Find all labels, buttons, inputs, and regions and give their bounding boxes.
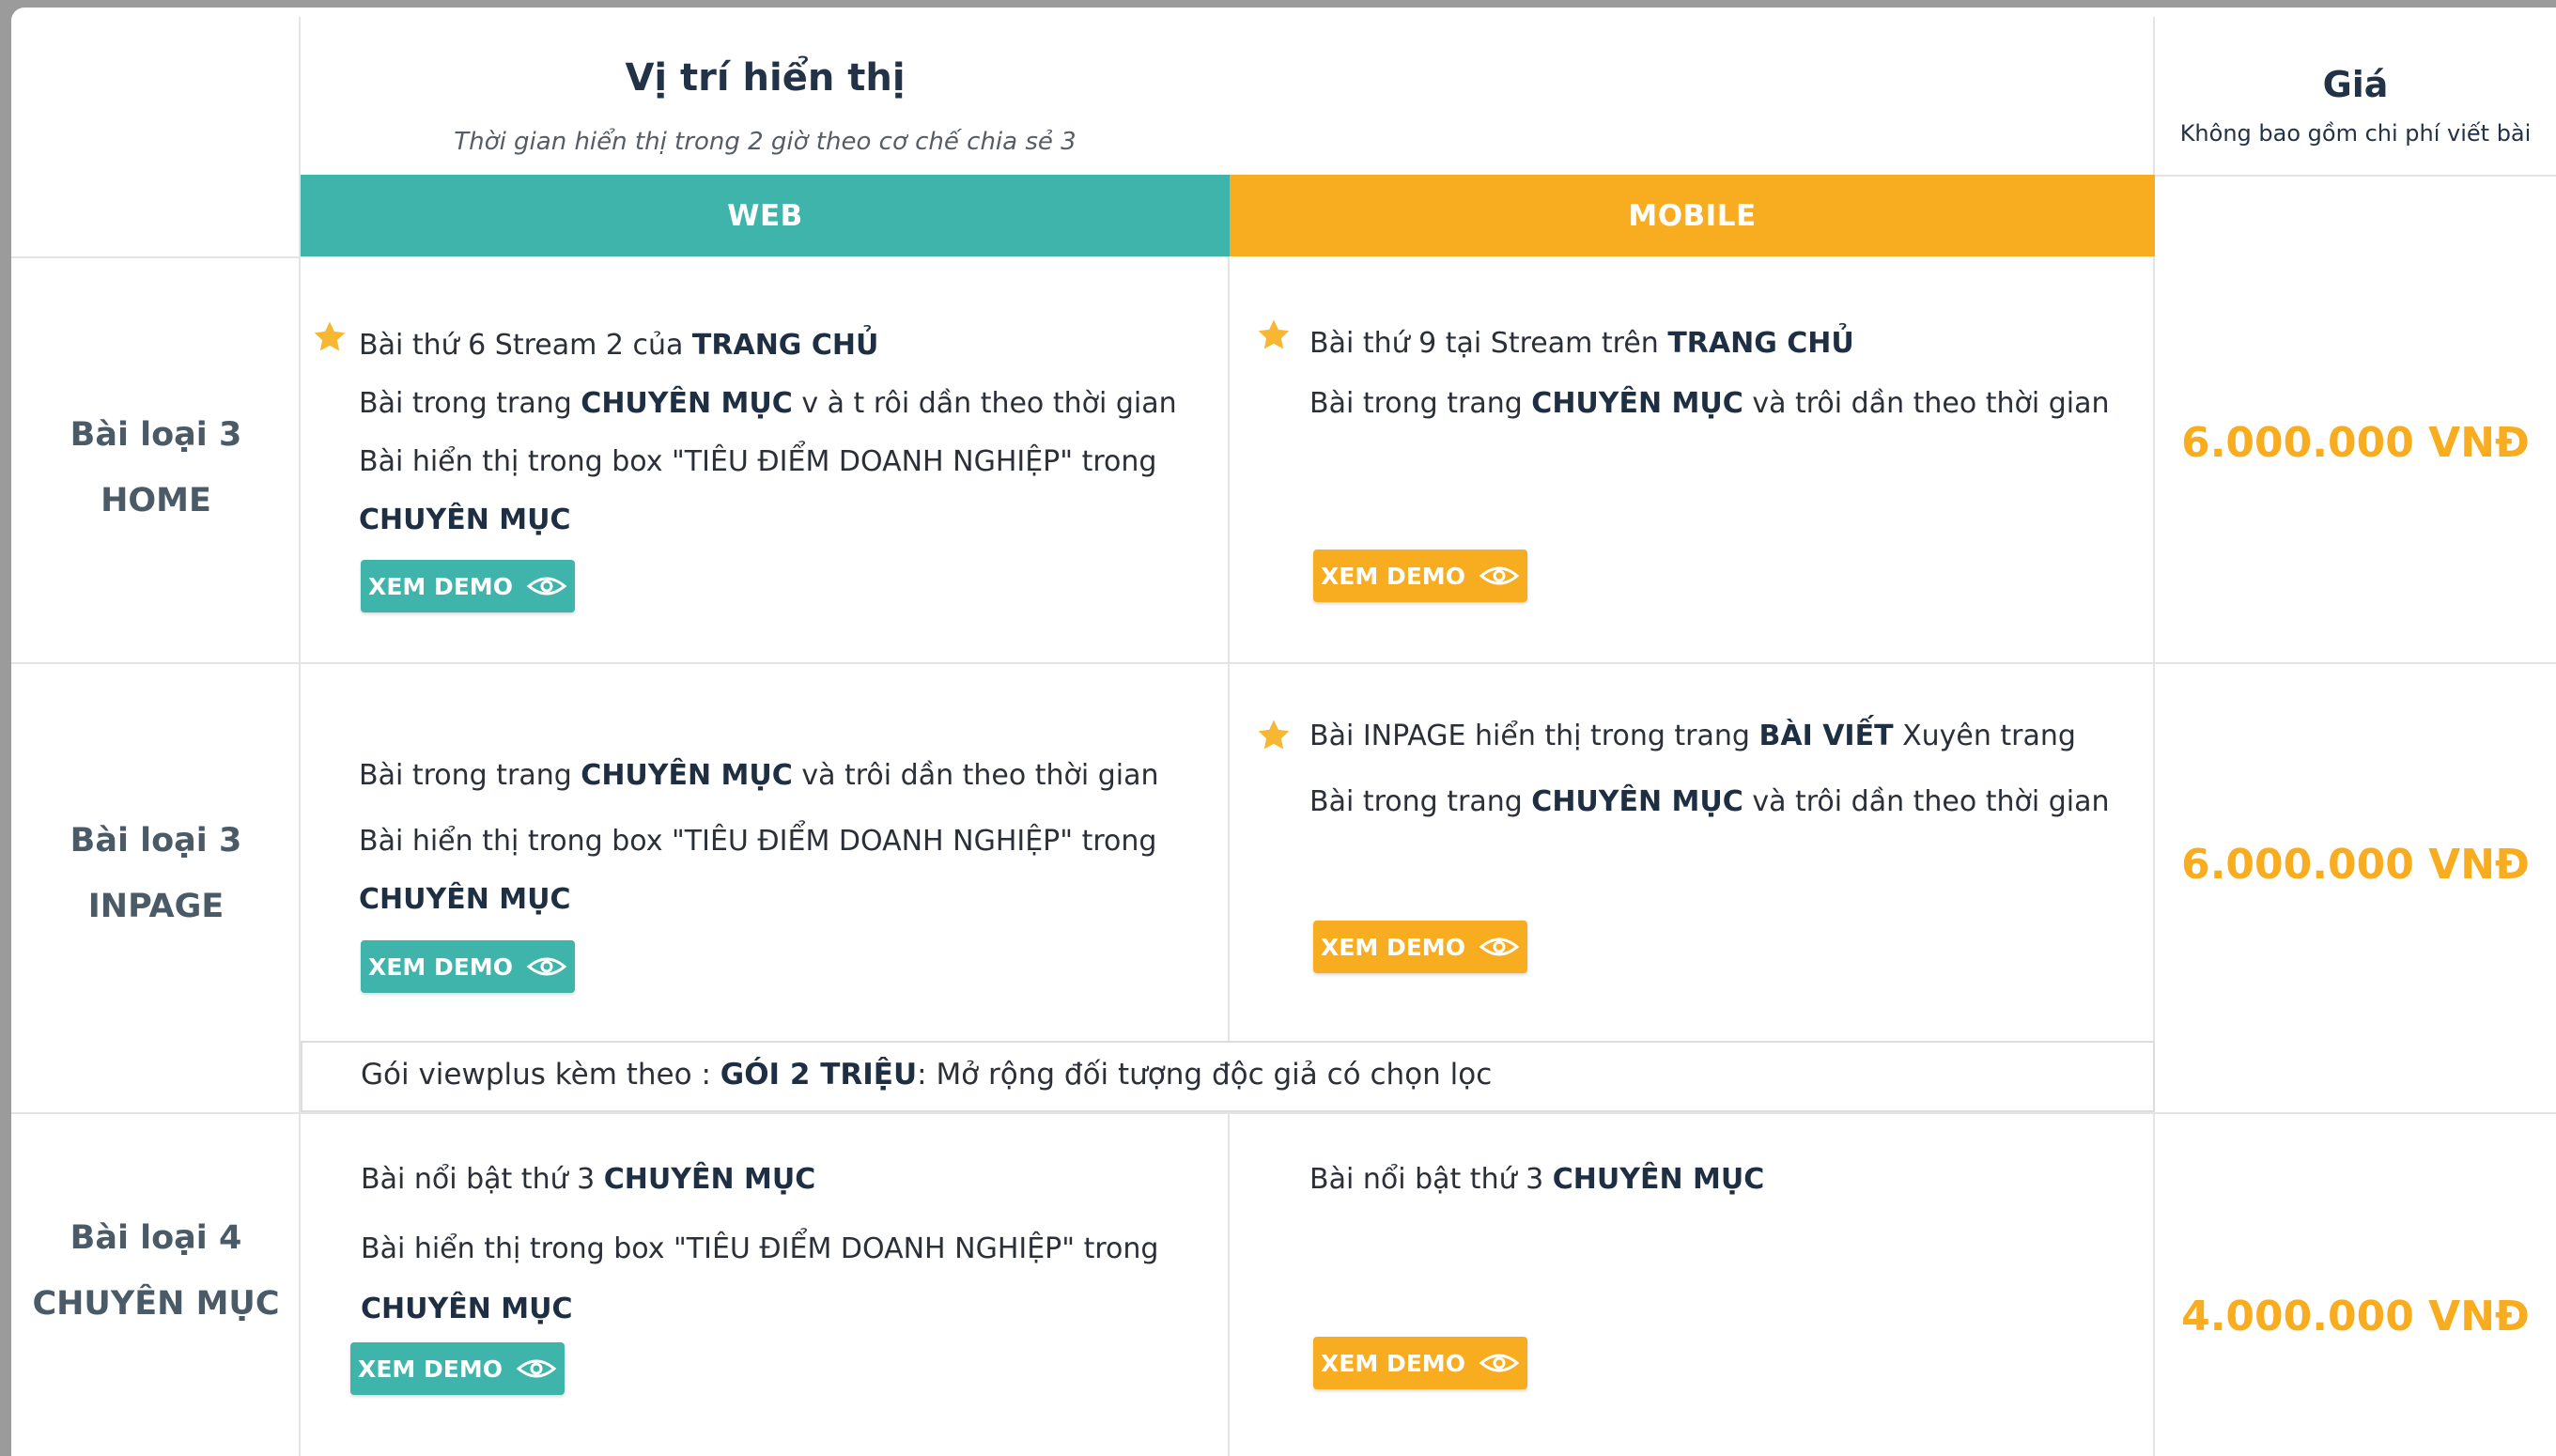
price-value: 6.000.000 VNĐ [2181,419,2530,467]
web-line: Bài hiển thị trong box "TIÊU ĐIỂM DOANH … [359,825,1157,858]
demo-label: XEM DEMO [368,953,513,981]
star-icon [314,321,346,351]
mobile-line: Bài thứ 9 tại Stream trên TRANG CHỦ [1309,327,1854,360]
eye-icon [526,957,567,976]
web-line: CHUYÊN MỤC [359,503,571,536]
divider [2155,175,2556,177]
divider [11,1112,2556,1114]
mobile-demo-button[interactable]: XEM DEMO [1313,550,1527,602]
row-label-line1: Bài loại 3 [70,416,242,454]
row-label-line1: Bài loại 4 [70,1219,242,1257]
row-label-line2: CHUYÊN MỤC [32,1285,280,1323]
demo-label: XEM DEMO [1321,1349,1465,1377]
divider [1228,175,1230,1041]
price-column-title: Giá [2322,64,2389,105]
divider [11,256,301,258]
mobile-demo-button[interactable]: XEM DEMO [1313,1337,1527,1389]
divider [1228,1112,1230,1456]
web-line: Bài trong trang CHUYÊN MỤC v à t rôi dần… [359,387,1177,420]
price-value: 4.000.000 VNĐ [2181,1293,2530,1340]
mobile-line: Bài trong trang CHUYÊN MỤC và trôi dần t… [1309,785,2110,818]
eye-icon [1479,566,1520,585]
web-line: Bài hiển thị trong box "TIÊU ĐIỂM DOANH … [361,1232,1159,1265]
mobile-line: Bài trong trang CHUYÊN MỤC và trôi dần t… [1309,387,2110,420]
viewplus-text: Gói viewplus kèm theo : GÓI 2 TRIỆU: Mở … [361,1058,1493,1092]
web-line: CHUYÊN MỤC [361,1293,573,1325]
web-line: Bài trong trang CHUYÊN MỤC và trôi dần t… [359,759,1159,792]
section-subtitle: Thời gian hiển thị trong 2 giờ theo cơ c… [454,128,1077,156]
mobile-column-header: MOBILE [1230,175,2155,256]
eye-icon [1479,1354,1520,1372]
eye-icon [526,577,567,596]
web-line: Bài thứ 6 Stream 2 của TRANG CHỦ [359,329,879,362]
mobile-line: Bài nổi bật thứ 3 CHUYÊN MỤC [1309,1163,1765,1196]
row-label-inpage: Bài loại 3 INPAGE [11,808,301,939]
star-icon [1258,319,1290,349]
demo-label: XEM DEMO [1321,562,1465,590]
eye-icon [1479,937,1520,956]
row-label-line1: Bài loại 3 [70,822,242,860]
price-value: 6.000.000 VNĐ [2181,841,2530,889]
web-line: Bài hiển thị trong box "TIÊU ĐIỂM DOANH … [359,445,1157,478]
eye-icon [516,1359,557,1378]
row-label-line2: HOME [101,482,211,519]
demo-label: XEM DEMO [1321,933,1465,961]
mobile-line: Bài INPAGE hiển thị trong trang BÀI VIẾT… [1309,720,2076,752]
row-label-line2: INPAGE [87,888,225,925]
demo-label: XEM DEMO [368,572,513,600]
web-line: CHUYÊN MỤC [359,883,571,916]
demo-label: XEM DEMO [358,1355,503,1383]
star-icon [1258,720,1290,750]
mobile-demo-button[interactable]: XEM DEMO [1313,921,1527,973]
section-title: Vị trí hiển thị [625,56,906,100]
row-label-home: Bài loại 3 HOME [11,402,301,534]
web-column-header: WEB [301,175,1230,256]
web-demo-button[interactable]: XEM DEMO [350,1342,565,1395]
divider [11,662,2556,664]
web-demo-button[interactable]: XEM DEMO [361,560,575,612]
web-demo-button[interactable]: XEM DEMO [361,940,575,993]
row-label-chuyen-muc: Bài loại 4 CHUYÊN MỤC [11,1205,301,1337]
pricing-table: Vị trí hiển thị Thời gian hiển thị trong… [11,8,2556,1456]
price-column-subtitle: Không bao gồm chi phí viết bài [2179,120,2532,147]
web-line: Bài nổi bật thứ 3 CHUYÊN MỤC [361,1163,816,1196]
